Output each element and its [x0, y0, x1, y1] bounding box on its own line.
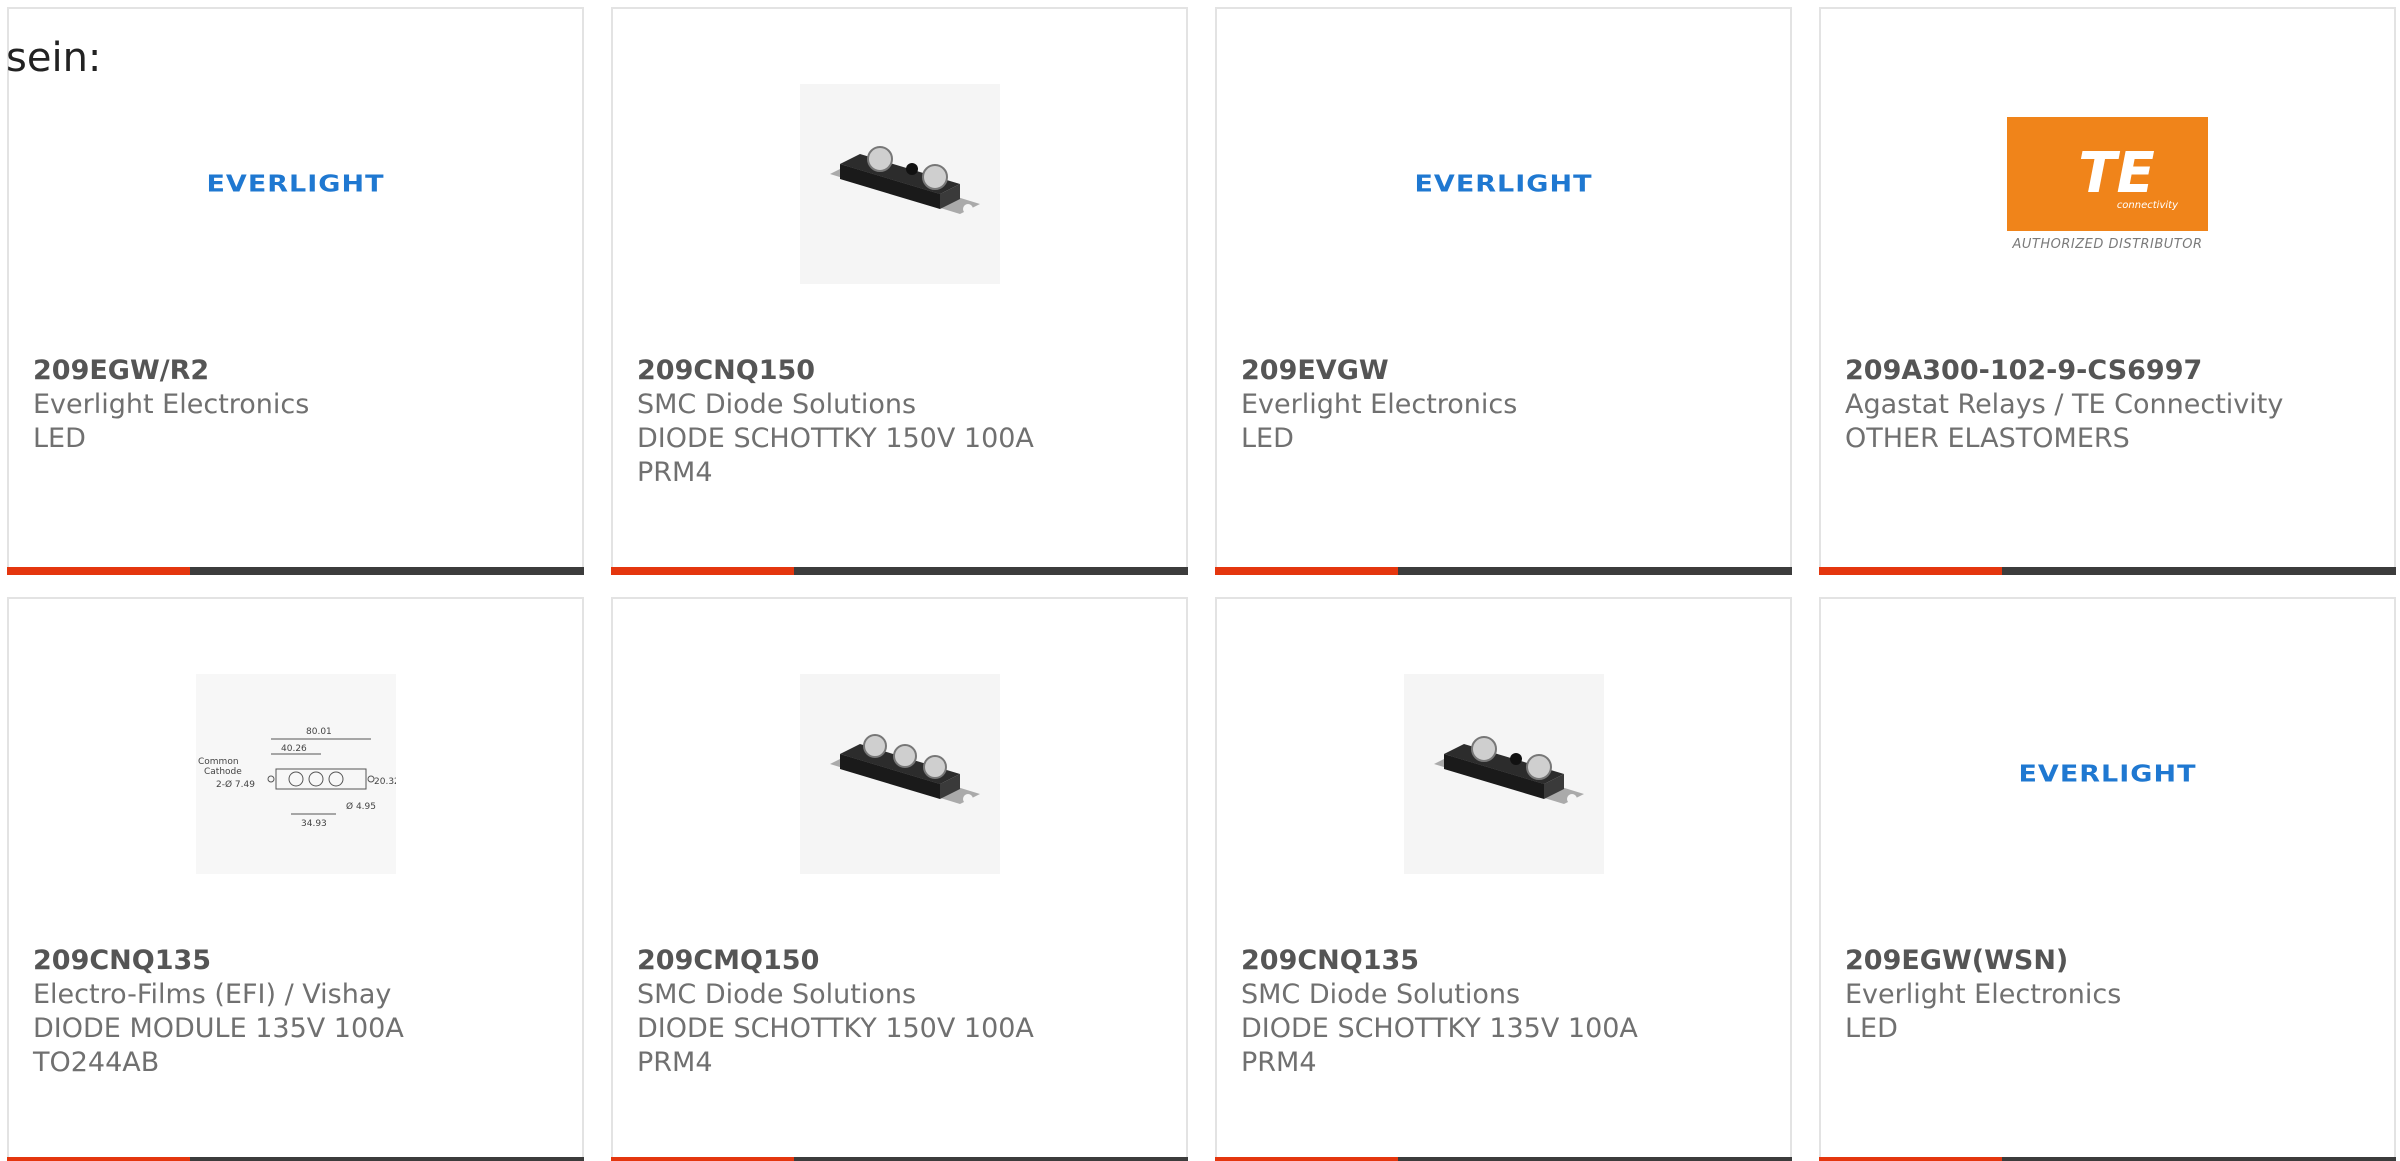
svg-text:Common: Common [198, 757, 239, 767]
card-accent-bar [611, 567, 1188, 575]
part-number[interactable]: 209EGW(WSN) [1845, 944, 2121, 978]
card-accent-bar [1215, 567, 1792, 575]
manufacturer: Everlight Electronics [1241, 389, 1518, 420]
product-card[interactable]: TE connectivity AUTHORIZED DISTRIBUTOR 2… [1819, 7, 2396, 575]
description: DIODE SCHOTTKY 135V 100A [1241, 1013, 1638, 1044]
part-number[interactable]: 209CNQ135 [33, 944, 404, 978]
part-number[interactable]: 209EVGW [1241, 354, 1517, 388]
svg-text:80.01: 80.01 [306, 727, 332, 737]
product-image[interactable] [613, 69, 1186, 299]
te-connectivity-logo: TE connectivity AUTHORIZED DISTRIBUTOR [2007, 116, 2208, 252]
card-accent-bar [1215, 1157, 1792, 1161]
manufacturer: SMC Diode Solutions [637, 979, 917, 1010]
svg-text:20.32: 20.32 [374, 777, 396, 787]
everlight-logo: EVERLIGHT [2018, 760, 2197, 788]
description: DIODE MODULE 135V 100A [33, 1013, 404, 1044]
product-image[interactable] [1217, 659, 1790, 889]
product-grid-page: sein: EVERLIGHT 209EGW/R2 Everlight Elec… [0, 0, 2400, 1161]
svg-text:40.26: 40.26 [281, 744, 307, 754]
card-accent-bar [611, 1157, 1188, 1161]
card-accent-bar [7, 1157, 584, 1161]
card-accent-bar [1819, 567, 2396, 575]
product-image[interactable]: Common Cathode 2-Ø 7.49 80.01 40.26 20.3… [9, 659, 582, 889]
part-number[interactable]: 209CNQ135 [1241, 944, 1638, 978]
description-package: TO244AB [33, 1047, 160, 1078]
product-image[interactable]: EVERLIGHT [9, 69, 582, 299]
description: DIODE SCHOTTKY 150V 100A [637, 423, 1034, 454]
part-number[interactable]: 209CNQ150 [637, 354, 1034, 388]
manufacturer: Everlight Electronics [1845, 979, 2122, 1010]
description-package: PRM4 [637, 457, 713, 488]
everlight-logo: EVERLIGHT [206, 170, 385, 198]
part-number[interactable]: 209A300-102-9-CS6997 [1845, 354, 2283, 388]
product-image[interactable]: EVERLIGHT [1217, 69, 1790, 299]
product-image[interactable] [613, 659, 1186, 889]
card-accent-bar [1819, 1157, 2396, 1161]
svg-text:Ø 4.95: Ø 4.95 [346, 801, 376, 812]
product-card[interactable]: 209CNQ135 SMC Diode Solutions DIODE SCHO… [1215, 597, 1792, 1161]
manufacturer: Electro-Films (EFI) / Vishay [33, 979, 392, 1010]
diode-module-photo [799, 84, 1000, 284]
product-card[interactable]: EVERLIGHT 209EVGW Everlight Electronics … [1215, 7, 1792, 575]
product-card[interactable]: 209CNQ150 SMC Diode Solutions DIODE SCHO… [611, 7, 1188, 575]
manufacturer: SMC Diode Solutions [1241, 979, 1521, 1010]
svg-text:34.93: 34.93 [301, 819, 327, 829]
product-card[interactable]: 209CMQ150 SMC Diode Solutions DIODE SCHO… [611, 597, 1188, 1161]
manufacturer: Everlight Electronics [33, 389, 310, 420]
description-package: PRM4 [637, 1047, 713, 1078]
product-card[interactable]: EVERLIGHT 209EGW(WSN) Everlight Electron… [1819, 597, 2396, 1161]
description-package: PRM4 [1241, 1047, 1317, 1078]
everlight-logo: EVERLIGHT [1414, 170, 1593, 198]
description: OTHER ELASTOMERS [1845, 423, 2130, 454]
product-card[interactable]: Common Cathode 2-Ø 7.49 80.01 40.26 20.3… [7, 597, 584, 1161]
description: LED [1241, 423, 1294, 454]
diode-module-photo [1403, 674, 1604, 874]
manufacturer: Agastat Relays / TE Connectivity [1845, 389, 2284, 420]
part-number[interactable]: 209EGW/R2 [33, 354, 309, 388]
intro-text: sein: [6, 35, 102, 81]
part-number[interactable]: 209CMQ150 [637, 944, 1034, 978]
diode-module-photo [799, 674, 1000, 874]
description: DIODE SCHOTTKY 150V 100A [637, 1013, 1034, 1044]
product-card[interactable]: EVERLIGHT 209EGW/R2 Everlight Electronic… [7, 7, 584, 575]
description: LED [1845, 1013, 1898, 1044]
svg-text:Cathode: Cathode [204, 767, 242, 777]
card-accent-bar [7, 567, 584, 575]
description: LED [33, 423, 86, 454]
svg-text:2-Ø 7.49: 2-Ø 7.49 [216, 779, 255, 790]
product-image[interactable]: EVERLIGHT [1821, 659, 2394, 889]
product-image[interactable]: TE connectivity AUTHORIZED DISTRIBUTOR [1821, 69, 2394, 299]
manufacturer: SMC Diode Solutions [637, 389, 917, 420]
dimension-drawing: Common Cathode 2-Ø 7.49 80.01 40.26 20.3… [195, 674, 396, 874]
